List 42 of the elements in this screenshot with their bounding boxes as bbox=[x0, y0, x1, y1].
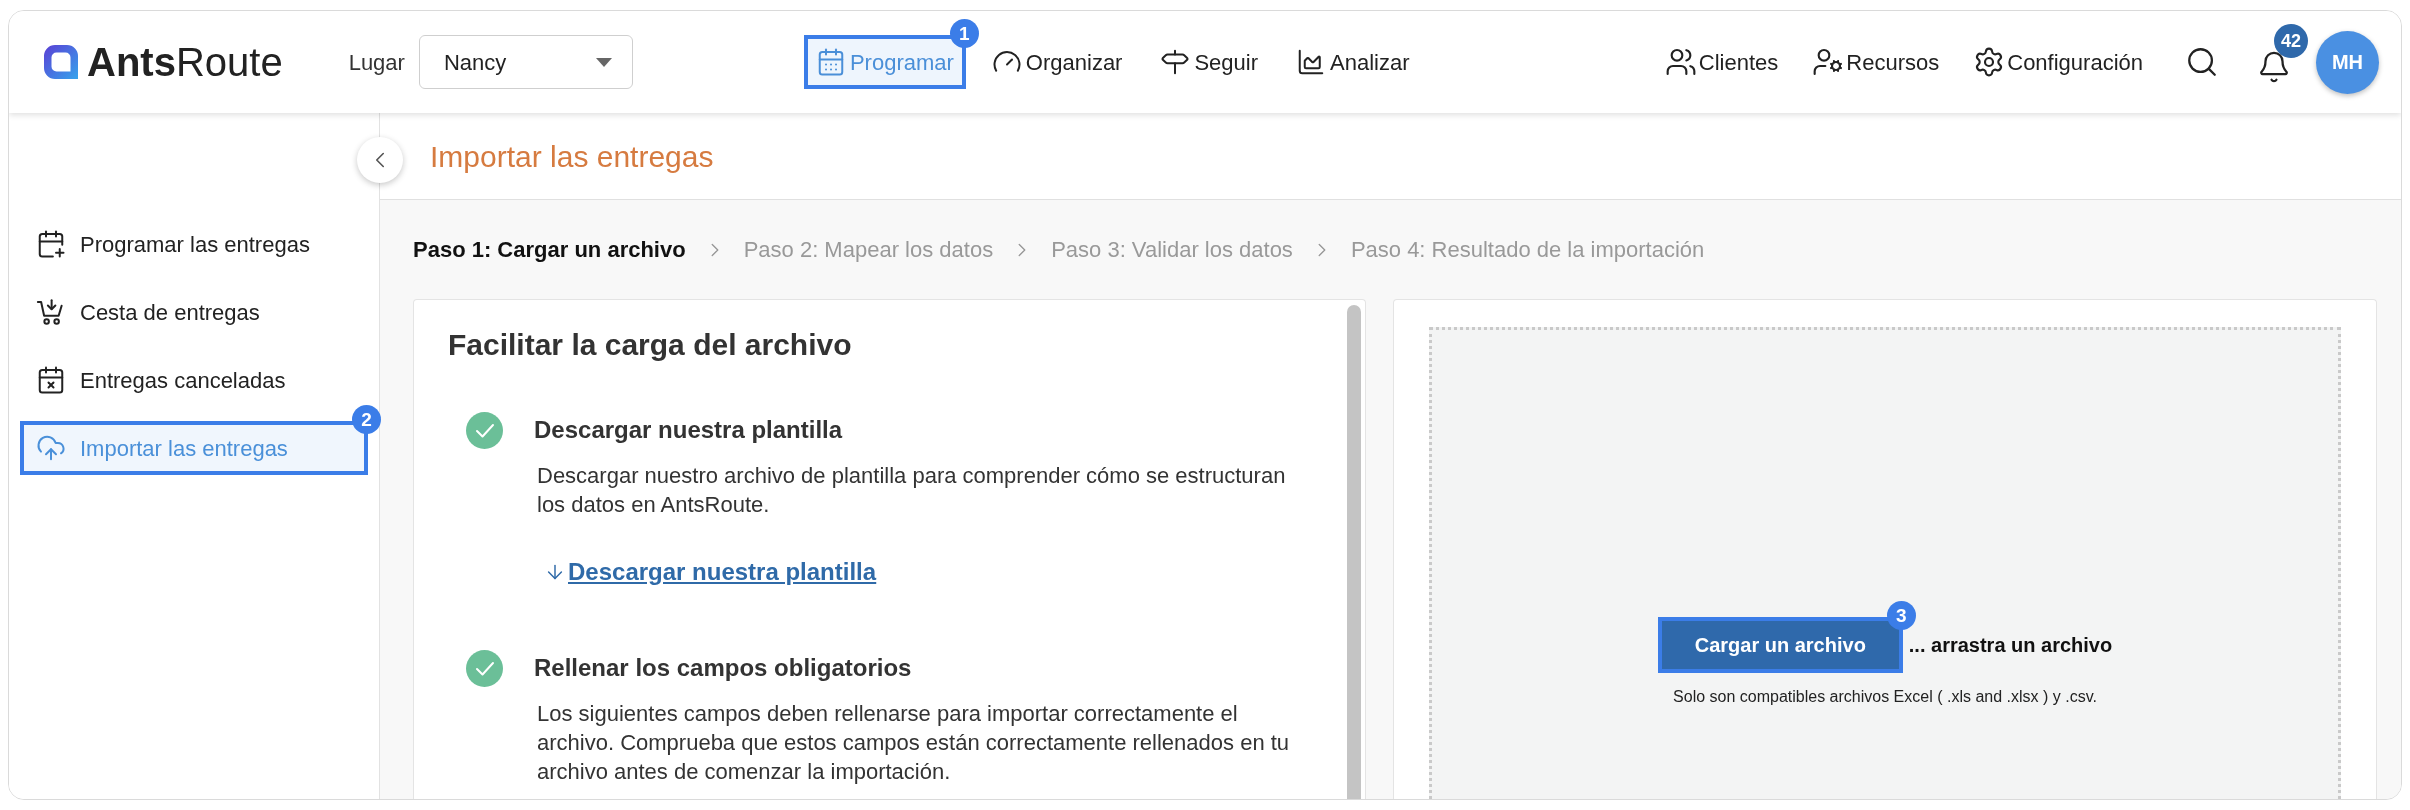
step-description: Descargar nuestro archivo de plantilla para comprender cómo se estructuran los datos en AntsRoute. bbox=[537, 462, 1287, 519]
step-label: Paso 2: Mapear los datos bbox=[743, 236, 994, 264]
bell-icon[interactable] bbox=[2257, 50, 2291, 84]
nav-tab[interactable]: Seguir bbox=[1148, 35, 1271, 89]
signpost-icon bbox=[1160, 47, 1191, 77]
step-title: Descargar nuestra plantilla bbox=[534, 415, 843, 445]
nav-tab[interactable]: Organizar bbox=[979, 35, 1135, 89]
drop-zone[interactable]: Cargar un archivo 3 ... arrastra un archivo Solo son compatibles archivos Excel ( .xls and .xlsx ) y .csv. bbox=[1429, 327, 2341, 799]
logo-icon bbox=[43, 44, 79, 80]
step-title: Rellenar los campos obligatorios bbox=[534, 653, 912, 683]
page-title: Importar las entregas bbox=[430, 138, 714, 175]
place-label: Lugar bbox=[348, 48, 405, 77]
place-select[interactable]: Nancy bbox=[418, 35, 633, 89]
file-types-note: Solo son compatibles archivos Excel ( .xls and .xlsx ) y .csv. bbox=[1673, 687, 2097, 707]
step-label: Paso 3: Validar los datos bbox=[1051, 236, 1293, 264]
drag-hint: ... arrastra un archivo bbox=[1908, 633, 2113, 658]
people-icon bbox=[1664, 46, 1697, 78]
download-link[interactable]: Descargar nuestra plantilla bbox=[544, 557, 877, 587]
notification-badge: 42 bbox=[2274, 24, 2308, 58]
cart-icon bbox=[36, 297, 66, 327]
user-gear-icon bbox=[1812, 46, 1845, 78]
nav-link[interactable]: Clientes bbox=[1664, 45, 1779, 79]
annotation-marker: 2 bbox=[352, 405, 381, 434]
sidebar-item[interactable]: Cesta de entregas bbox=[20, 285, 368, 339]
sidebar-item[interactable]: Entregas canceladas bbox=[20, 353, 368, 407]
scrollbar-thumb[interactable] bbox=[1347, 305, 1361, 799]
annotation-marker: 3 bbox=[1886, 601, 1916, 630]
sidebar-item[interactable]: Programar las entregas bbox=[20, 217, 368, 271]
step-description: Los siguientes campos deben rellenarse para importar correctamente el archivo. Comprueba que estos campos están correctamente rellenados en tu archivo antes de comenzar la importación. bbox=[537, 700, 1291, 786]
annotation-marker: 1 bbox=[949, 19, 979, 48]
calendar-x-icon bbox=[36, 365, 66, 395]
nav-link[interactable]: Configuración bbox=[1973, 45, 2143, 79]
caret-down-icon bbox=[595, 57, 612, 67]
step-label: Paso 4: Resultado de la importación bbox=[1350, 236, 1705, 264]
search-icon[interactable] bbox=[2185, 45, 2219, 79]
calendar-plus-icon bbox=[36, 229, 66, 259]
nav-link[interactable]: Recursos bbox=[1812, 45, 1940, 79]
cloud-upload-icon bbox=[36, 433, 66, 463]
card-title: Facilitar la carga del archivo bbox=[448, 327, 853, 363]
logo-text: AntsRoute bbox=[87, 42, 283, 82]
nav-tab[interactable]: Analizar bbox=[1284, 35, 1422, 89]
step-label: Paso 1: Cargar un archivo bbox=[413, 236, 686, 264]
